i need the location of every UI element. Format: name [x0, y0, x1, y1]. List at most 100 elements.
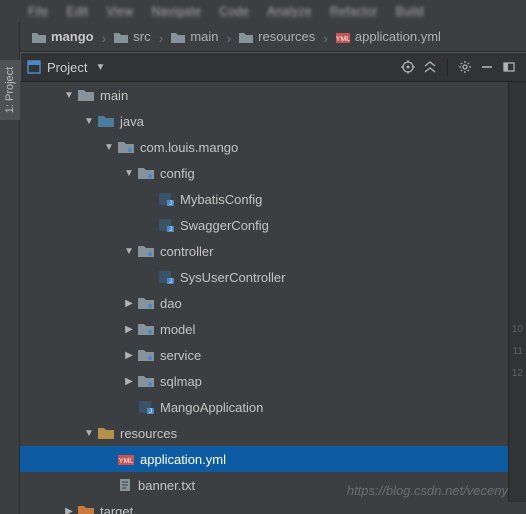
- menu-item[interactable]: Refactor: [330, 4, 378, 18]
- breadcrumb: mango › src › main › resources › YML app…: [0, 22, 526, 52]
- tree-item[interactable]: ▼ resources: [20, 420, 526, 446]
- tree-item[interactable]: ▶ sqlmap: [20, 368, 526, 394]
- expand-arrow-right-icon[interactable]: ▶: [120, 350, 138, 361]
- breadcrumb-item[interactable]: mango: [28, 29, 98, 44]
- folder-icon: [78, 88, 94, 102]
- tool-window-tab-project[interactable]: 1: Project: [0, 60, 20, 120]
- tree-item-label: SwaggerConfig: [180, 218, 269, 233]
- tree-item[interactable]: ▼ main: [20, 82, 526, 108]
- target-folder-icon: [78, 504, 94, 514]
- tree-item-label: sqlmap: [160, 374, 202, 389]
- divider: [447, 58, 448, 76]
- folder-icon: [171, 31, 185, 43]
- tree-item-label: controller: [160, 244, 213, 259]
- left-tool-stripe: 1: Project: [0, 22, 20, 514]
- tree-item[interactable]: J MangoApplication: [20, 394, 526, 420]
- svg-text:J: J: [169, 279, 172, 284]
- expand-arrow-down-icon[interactable]: ▼: [60, 90, 78, 101]
- expand-arrow-right-icon[interactable]: ▶: [120, 376, 138, 387]
- menu-item[interactable]: View: [106, 4, 133, 18]
- tree-item-label: resources: [120, 426, 177, 441]
- source-folder-icon: [98, 114, 114, 128]
- tree-item-label: java: [120, 114, 144, 129]
- breadcrumb-item[interactable]: main: [167, 29, 222, 44]
- tree-item[interactable]: ▼ controller: [20, 238, 526, 264]
- svg-text:YML: YML: [336, 36, 350, 43]
- chevron-down-icon: ▼: [95, 62, 105, 73]
- menu-item[interactable]: Code: [219, 4, 249, 18]
- folder-icon: [114, 31, 128, 43]
- tree-item[interactable]: JMybatisConfig: [20, 186, 526, 212]
- tree-item-label: target: [100, 504, 133, 514]
- tree-item-label: SysUserController: [180, 270, 285, 285]
- svg-text:J: J: [149, 409, 152, 414]
- java-class-icon: J: [158, 270, 174, 284]
- expand-arrow-right-icon[interactable]: ▶: [120, 298, 138, 309]
- breadcrumb-item[interactable]: YML application.yml: [332, 29, 445, 44]
- yml-icon: YML: [336, 30, 350, 44]
- package-icon: [138, 322, 154, 336]
- tree-item[interactable]: ▼ com.louis.mango: [20, 134, 526, 160]
- package-icon: [138, 166, 154, 180]
- collapse-all-icon[interactable]: [419, 56, 441, 78]
- tree-item[interactable]: banner.txt: [20, 472, 526, 498]
- package-icon: [138, 244, 154, 258]
- project-tool-header: Project ▼: [20, 52, 526, 82]
- expand-arrow-down-icon[interactable]: ▼: [100, 142, 118, 153]
- main-menu: File Edit View Navigate Code Analyze Ref…: [0, 0, 526, 22]
- svg-text:J: J: [169, 227, 172, 232]
- tree-item[interactable]: J SwaggerConfig: [20, 212, 526, 238]
- java-class-icon: J: [158, 192, 174, 206]
- tree-item[interactable]: ▶ dao: [20, 290, 526, 316]
- chevron-right-icon: ›: [225, 30, 234, 46]
- chevron-right-icon: ›: [157, 30, 166, 46]
- java-class-icon: J: [138, 400, 154, 414]
- breadcrumb-item[interactable]: resources: [235, 29, 319, 44]
- svg-text:J: J: [169, 201, 172, 206]
- tree-item[interactable]: ▶ service: [20, 342, 526, 368]
- expand-arrow-down-icon[interactable]: ▼: [120, 246, 138, 257]
- project-tree[interactable]: ▼ main ▼ java ▼ com.louis.mango ▼ config JMybati…: [20, 82, 526, 514]
- text-file-icon: [118, 478, 132, 492]
- project-icon: [27, 60, 41, 74]
- tree-item-label: main: [100, 88, 128, 103]
- package-icon: [138, 296, 154, 310]
- chevron-right-icon: ›: [100, 30, 109, 46]
- menu-item[interactable]: File: [28, 4, 49, 18]
- expand-arrow-right-icon[interactable]: ▶: [60, 506, 78, 514]
- menu-item[interactable]: Edit: [67, 4, 89, 18]
- breadcrumb-item[interactable]: src: [110, 29, 154, 44]
- package-icon: [138, 348, 154, 362]
- expand-arrow-right-icon[interactable]: ▶: [120, 324, 138, 335]
- expand-arrow-down-icon[interactable]: ▼: [80, 116, 98, 127]
- menu-item[interactable]: Navigate: [151, 4, 201, 18]
- project-view-selector[interactable]: Project ▼: [27, 60, 105, 75]
- tree-item[interactable]: ▼ config: [20, 160, 526, 186]
- chevron-right-icon: ›: [321, 30, 330, 46]
- tree-item-label: dao: [160, 296, 182, 311]
- tree-item-label: config: [160, 166, 195, 181]
- expand-arrow-down-icon[interactable]: ▼: [120, 168, 138, 179]
- folder-icon: [32, 31, 46, 43]
- tree-item[interactable]: YMLapplication.yml: [20, 446, 526, 472]
- tree-item[interactable]: ▶ target: [20, 498, 526, 514]
- tree-item[interactable]: ▼ java: [20, 108, 526, 134]
- folder-icon: [239, 31, 253, 43]
- hide-icon[interactable]: [498, 56, 520, 78]
- tree-item[interactable]: J SysUserController: [20, 264, 526, 290]
- resources-folder-icon: [98, 426, 114, 440]
- menu-item[interactable]: Build: [396, 4, 424, 18]
- tree-item[interactable]: ▶model: [20, 316, 526, 342]
- tree-item-label: MangoApplication: [160, 400, 263, 415]
- tree-item-label: service: [160, 348, 201, 363]
- package-icon: [118, 140, 134, 154]
- tree-item-label: application.yml: [140, 452, 226, 467]
- tree-item-label: com.louis.mango: [140, 140, 238, 155]
- tree-item-label: banner.txt: [138, 478, 195, 493]
- editor-gutter: 10 11 12: [508, 82, 526, 502]
- locate-icon[interactable]: [397, 56, 419, 78]
- menu-item[interactable]: Analyze: [267, 4, 312, 18]
- minimize-icon[interactable]: [476, 56, 498, 78]
- gear-icon[interactable]: [454, 56, 476, 78]
- expand-arrow-down-icon[interactable]: ▼: [80, 428, 98, 439]
